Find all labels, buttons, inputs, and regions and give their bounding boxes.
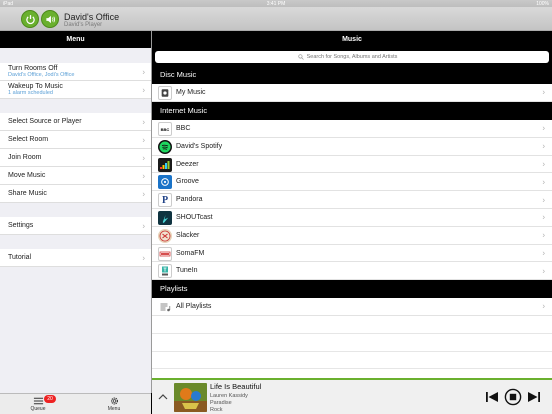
volume-button[interactable]	[41, 10, 59, 28]
tab-bar: Queue 20 Menu	[0, 393, 151, 414]
chevron-right-icon: ›	[142, 153, 145, 162]
menu-item-turn-rooms-off[interactable]: Turn Rooms Off David's Office, Jodi's Of…	[0, 63, 151, 81]
chevron-right-icon: ›	[542, 123, 545, 133]
list-item-slacker[interactable]: Slacker ›	[152, 226, 552, 245]
queue-icon	[33, 397, 43, 405]
deezer-icon	[158, 157, 172, 172]
empty-row	[152, 316, 552, 334]
spotify-icon	[158, 139, 172, 154]
tab-queue-label: Queue	[30, 406, 46, 412]
my-music-icon	[158, 86, 172, 100]
stop-icon	[504, 388, 522, 406]
list-item-deezer[interactable]: Deezer ›	[152, 155, 552, 174]
playlists-icon	[158, 300, 172, 314]
section-internet-music: Internet Music	[152, 102, 552, 120]
list-item-groove[interactable]: Groove ›	[152, 173, 552, 192]
empty-row	[152, 352, 552, 370]
tab-menu-label: Menu	[107, 406, 121, 412]
menu-item-select-source[interactable]: Select Source or Player ›	[0, 113, 151, 131]
menu-panel: Turn Rooms Off David's Office, Jodi's Of…	[0, 48, 151, 393]
chevron-right-icon: ›	[542, 266, 545, 276]
menu-item-settings[interactable]: Settings ›	[0, 217, 151, 235]
menu-panel-title: Menu	[0, 31, 151, 48]
list-item-my-music[interactable]: My Music ›	[152, 84, 552, 102]
shoutcast-icon	[158, 211, 172, 225]
music-panel: Disc Music My Music › Internet Music BBC…	[152, 48, 552, 378]
menu-item-share-music[interactable]: Share Music ›	[0, 185, 151, 203]
power-button[interactable]	[21, 10, 39, 28]
skip-forward-icon	[528, 392, 540, 402]
speaker-icon	[45, 15, 55, 23]
track-genre: Rock	[210, 407, 223, 413]
player-subtitle: David's Player	[64, 22, 103, 28]
chevron-right-icon: ›	[542, 212, 545, 222]
next-button[interactable]	[525, 388, 543, 406]
now-playing-bar: Life Is Beautiful Lauren Kassidy Paradis…	[152, 378, 552, 414]
list-item-bbc[interactable]: BBC BBC ›	[152, 120, 552, 138]
bbc-icon: BBC	[158, 122, 172, 136]
list-item-pandora[interactable]: P Pandora ›	[152, 191, 552, 209]
menu-item-join-room[interactable]: Join Room ›	[0, 149, 151, 167]
slacker-icon	[158, 228, 172, 243]
status-bar: iPad 3:41 PM 100%	[0, 0, 552, 7]
menu-item-select-room[interactable]: Select Room ›	[0, 131, 151, 149]
somafm-icon	[158, 246, 172, 261]
chevron-right-icon: ›	[542, 248, 545, 258]
chevron-right-icon: ›	[142, 189, 145, 198]
section-playlists: Playlists	[152, 280, 552, 298]
tab-menu[interactable]: Menu	[99, 396, 129, 412]
header: David's Office David's Player	[0, 7, 552, 31]
power-icon	[25, 14, 35, 24]
tunein-icon	[158, 264, 172, 279]
chevron-right-icon: ›	[542, 195, 545, 205]
chevron-right-icon: ›	[142, 253, 145, 262]
groove-icon	[158, 175, 172, 190]
track-album: Paradise	[210, 400, 232, 406]
search-bar	[152, 48, 552, 66]
album-art[interactable]	[174, 383, 207, 412]
chevron-right-icon: ›	[142, 135, 145, 144]
list-item-tunein[interactable]: TuneIn ›	[152, 262, 552, 281]
section-disc-music: Disc Music	[152, 66, 552, 84]
chevron-right-icon: ›	[142, 67, 145, 76]
chevron-right-icon: ›	[542, 230, 545, 240]
list-item-spotify[interactable]: David's Spotify ›	[152, 137, 552, 156]
menu-item-wakeup-to-music[interactable]: Wakeup To Music 1 alarm scheduled ›	[0, 81, 151, 99]
stop-button[interactable]	[504, 388, 522, 406]
search-icon	[298, 54, 304, 60]
list-item-somafm[interactable]: SomaFM ›	[152, 244, 552, 263]
chevron-right-icon: ›	[542, 159, 545, 169]
room-title: David's Office	[64, 12, 120, 22]
chevron-right-icon: ›	[142, 117, 145, 126]
chevron-right-icon: ›	[542, 301, 545, 311]
list-item-all-playlists[interactable]: All Playlists ›	[152, 298, 552, 316]
chevron-right-icon: ›	[542, 177, 545, 187]
empty-row	[152, 334, 552, 352]
gear-icon	[110, 397, 118, 405]
music-panel-title: Music	[152, 31, 552, 48]
chevron-up-icon[interactable]	[156, 390, 170, 404]
list-item-shoutcast[interactable]: SHOUTcast ›	[152, 209, 552, 227]
chevron-right-icon: ›	[142, 85, 145, 94]
chevron-right-icon: ›	[142, 171, 145, 180]
previous-button[interactable]	[483, 388, 501, 406]
chevron-right-icon: ›	[142, 221, 145, 230]
chevron-right-icon: ›	[542, 141, 545, 151]
search-input[interactable]	[155, 51, 549, 63]
menu-item-move-music[interactable]: Move Music ›	[0, 167, 151, 185]
queue-count-badge: 20	[44, 395, 56, 403]
pandora-icon: P	[158, 193, 172, 208]
chevron-right-icon: ›	[542, 87, 545, 97]
menu-item-tutorial[interactable]: Tutorial ›	[0, 249, 151, 267]
skip-back-icon	[486, 392, 498, 402]
track-artist: Lauren Kassidy	[210, 393, 248, 399]
track-title: Life Is Beautiful	[210, 382, 262, 391]
